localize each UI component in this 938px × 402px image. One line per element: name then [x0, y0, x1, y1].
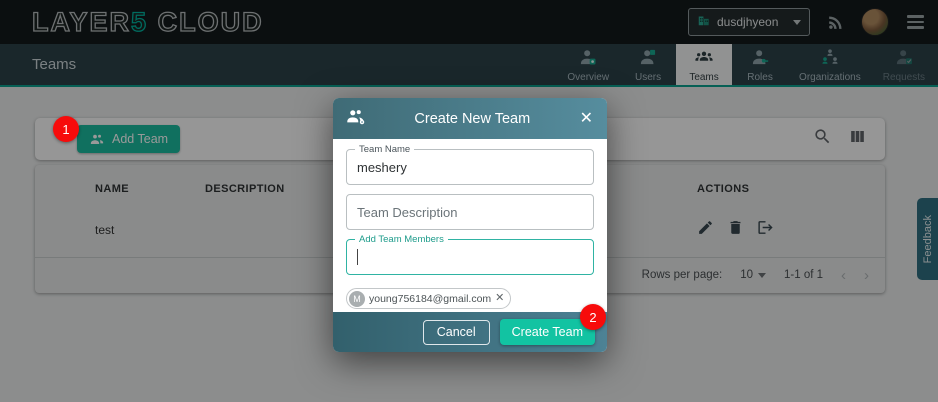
team-name-field-wrapper: Team Name [346, 149, 594, 185]
add-team-members-label: Add Team Members [355, 234, 448, 245]
team-description-input[interactable] [357, 205, 583, 220]
group-add-icon [345, 105, 367, 132]
team-name-input[interactable] [357, 160, 583, 175]
team-description-field-wrapper [346, 194, 594, 230]
chip-remove-icon[interactable]: ✕ [495, 293, 504, 304]
add-team-members-field-wrapper: Add Team Members [346, 239, 594, 275]
modal-footer: Cancel Create Team [333, 312, 607, 352]
add-team-members-input[interactable] [358, 250, 583, 265]
chip-avatar: M [349, 291, 365, 307]
annotation-step-2-badge: 2 [580, 304, 606, 330]
close-icon[interactable]: ✕ [578, 109, 595, 129]
cancel-button[interactable]: Cancel [423, 320, 490, 345]
layer5-cloud-app: LAYER5 CLOUD dusdjhyeon Teams Overview U… [0, 0, 938, 402]
modal-title: Create New Team [367, 111, 578, 127]
team-name-label: Team Name [355, 144, 414, 155]
member-email-chip[interactable]: M young756184@gmail.com ✕ [346, 288, 511, 309]
annotation-step-1-badge: 1 [53, 116, 79, 142]
chip-email: young756184@gmail.com [369, 293, 491, 305]
modal-body: Team Name Add Team Members M young756184… [333, 139, 607, 312]
create-new-team-modal: Create New Team ✕ Team Name Add Team Mem… [333, 98, 607, 352]
modal-header: Create New Team ✕ [333, 98, 607, 139]
